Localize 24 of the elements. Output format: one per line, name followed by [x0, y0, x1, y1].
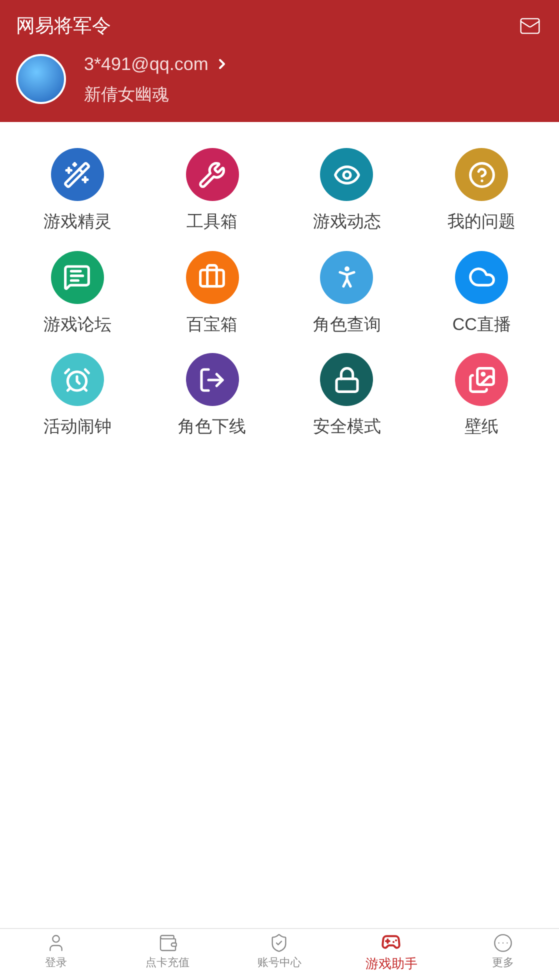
feature-item[interactable]: 游戏动态: [280, 148, 414, 234]
tab[interactable]: 点卡充值: [112, 929, 224, 976]
shield-icon: [269, 933, 290, 954]
game-name: 新倩女幽魂: [84, 84, 170, 106]
more-icon: [493, 933, 514, 954]
feature-item[interactable]: 游戏论坛: [10, 250, 145, 337]
feature-item[interactable]: CC直播: [414, 250, 549, 337]
feature-item[interactable]: 角色查询: [280, 250, 414, 337]
feature-item[interactable]: 百宝箱: [144, 250, 280, 337]
feature-item[interactable]: 工具箱: [144, 148, 280, 234]
feature-item[interactable]: 活动闹钟: [10, 353, 145, 440]
tab[interactable]: 游戏助手: [335, 929, 448, 976]
tab[interactable]: 更多: [447, 929, 559, 976]
tab[interactable]: 账号中心: [224, 929, 336, 976]
avatar-icon: [16, 54, 66, 104]
app-title: 网易将军令: [16, 14, 111, 39]
feature-item[interactable]: 游戏精灵: [10, 148, 145, 234]
tab[interactable]: 登录: [0, 929, 112, 976]
feature-item[interactable]: 我的问题: [414, 148, 549, 234]
feature-item[interactable]: 角色下线: [144, 353, 280, 440]
feature-item[interactable]: 安全模式: [280, 353, 414, 440]
account-link[interactable]: 3*491@qq.com: [84, 50, 230, 78]
feature-item[interactable]: 壁纸: [414, 353, 549, 440]
wallet-icon: [158, 933, 178, 954]
